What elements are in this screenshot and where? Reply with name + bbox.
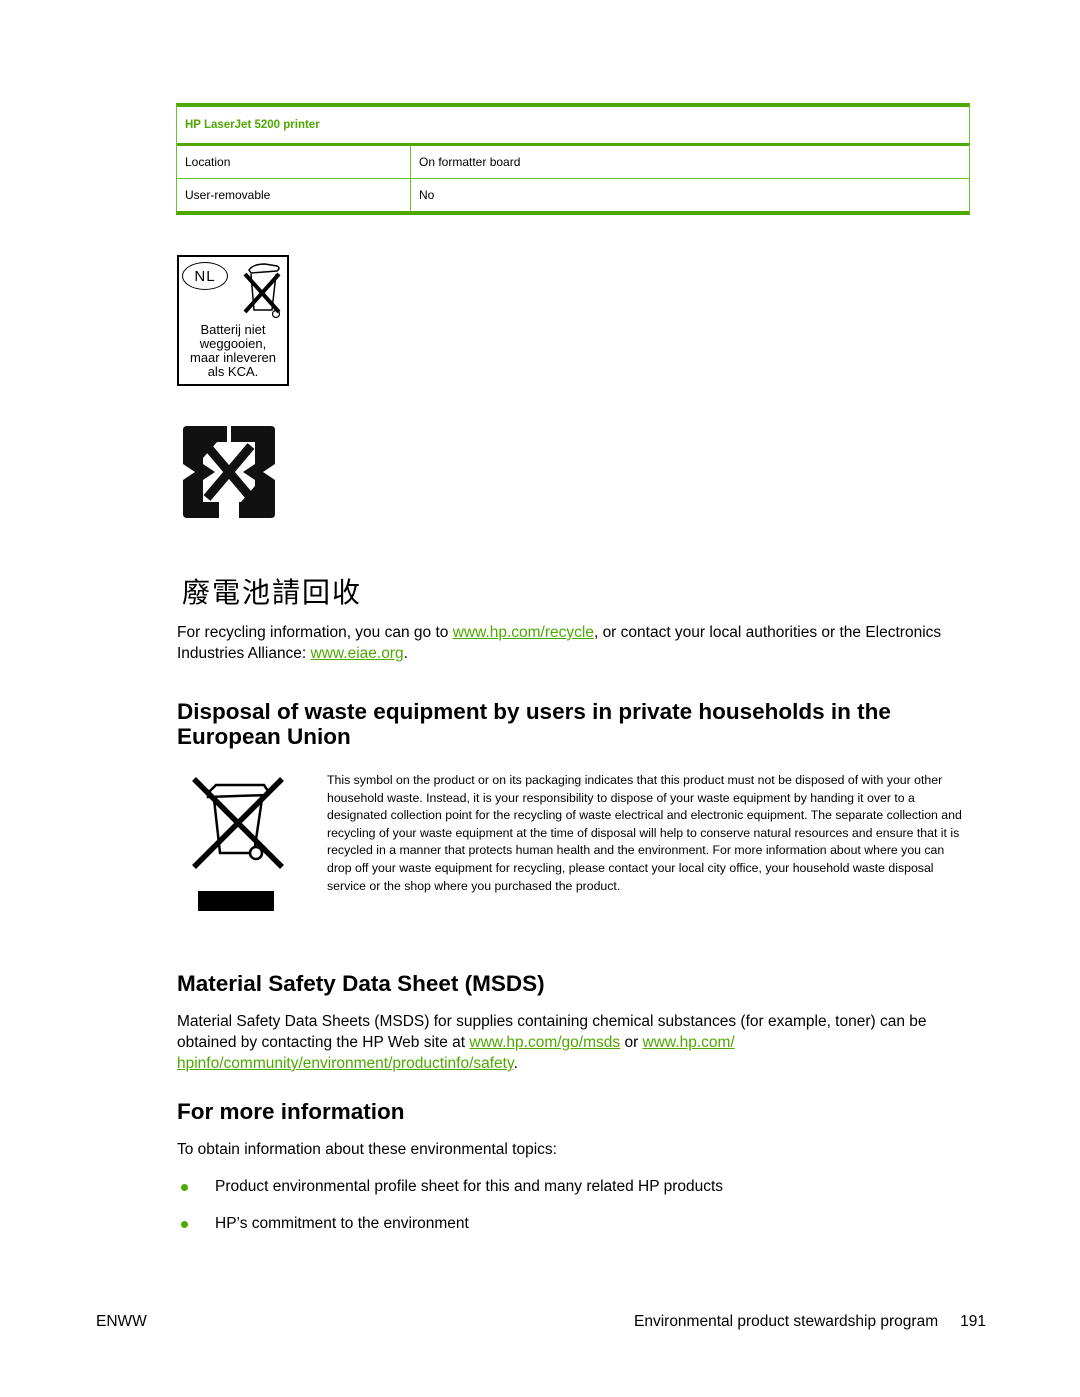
bullet-icon — [181, 1221, 188, 1228]
more-info-heading: For more information — [177, 1099, 405, 1124]
msds-heading: Material Safety Data Sheet (MSDS) — [177, 971, 545, 996]
crossed-battery-bin-icon — [243, 263, 281, 319]
paragraph-text: . — [403, 645, 408, 662]
nl-label-line: weggooien, — [199, 336, 267, 351]
table-cell-label: User-removable — [177, 179, 411, 211]
paragraph-text: or — [620, 1034, 643, 1051]
paragraph-text: For recycling information, you can go to — [177, 624, 453, 641]
table-title: HP LaserJet 5200 printer — [177, 107, 969, 146]
nl-country-badge: NL — [182, 262, 228, 290]
hp-recycle-link[interactable]: www.hp.com/recycle — [453, 624, 594, 641]
recycling-info-paragraph: For recycling information, you can go to… — [177, 622, 977, 664]
table-row: User-removable No — [177, 178, 969, 211]
footer-doc-code: ENWW — [96, 1313, 147, 1330]
nl-label-line: Batterij niet — [200, 322, 266, 337]
table-cell-label: Location — [177, 146, 411, 178]
table-cell-value: On formatter board — [419, 155, 521, 169]
nl-label-text: Batterij niet weggooien, maar inleveren … — [179, 323, 287, 379]
page-number: 191 — [960, 1313, 986, 1330]
document-page: HP LaserJet 5200 printer Location On for… — [0, 0, 1080, 1397]
chinese-recycle-text: 廢電池請回收 — [182, 576, 363, 609]
paragraph-text: . — [513, 1055, 518, 1072]
more-info-intro: To obtain information about these enviro… — [177, 1141, 557, 1158]
msds-link[interactable]: www.hp.com/go/msds — [469, 1034, 620, 1051]
msds-paragraph: Material Safety Data Sheets (MSDS) for s… — [177, 1011, 947, 1074]
list-item: Product environmental profile sheet for … — [177, 1176, 723, 1213]
nl-label-line: maar inleveren — [190, 350, 276, 365]
list-item-text: HP’s commitment to the environment — [215, 1215, 469, 1232]
table-row: Location On formatter board — [177, 146, 969, 178]
eiae-link[interactable]: www.eiae.org — [311, 645, 404, 662]
table-cell-value: No — [419, 188, 435, 202]
eu-disposal-body: This symbol on the product or on its pac… — [327, 773, 962, 893]
footer-section: Environmental product stewardship progra… — [634, 1313, 986, 1331]
bullet-icon — [181, 1184, 188, 1191]
printer-spec-table: HP LaserJet 5200 printer Location On for… — [176, 103, 970, 215]
nl-battery-label: NL Batterij niet weggooien, maar inlever… — [177, 255, 289, 386]
list-item: HP’s commitment to the environment — [177, 1213, 723, 1250]
eu-disposal-heading: Disposal of waste equipment by users in … — [177, 699, 891, 749]
footer-section-title: Environmental product stewardship progra… — [634, 1313, 939, 1330]
crossed-wheelie-bin-icon — [192, 777, 284, 911]
nl-label-line: als KCA. — [207, 364, 259, 379]
more-info-list: Product environmental profile sheet for … — [177, 1176, 723, 1250]
list-item-text: Product environmental profile sheet for … — [215, 1178, 724, 1195]
battery-recycle-icon — [183, 426, 275, 518]
